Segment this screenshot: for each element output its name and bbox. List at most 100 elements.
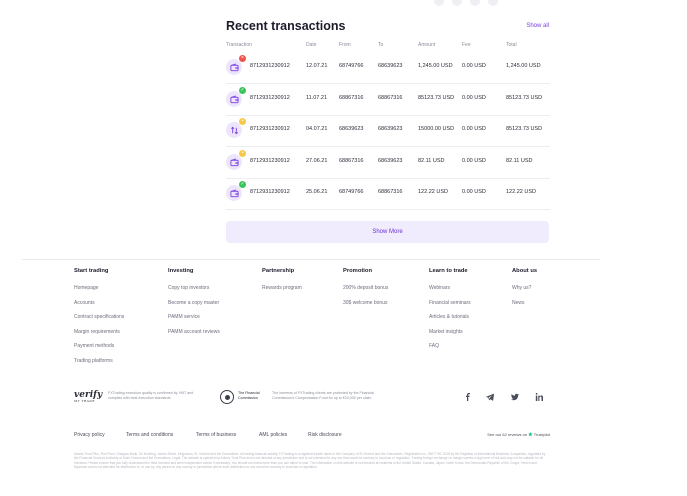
transaction-date: 11.07.21: [306, 95, 328, 101]
pagination-dot[interactable]: [452, 0, 462, 6]
transaction-from: 68867316: [339, 158, 364, 164]
transaction-amount: 15000.00 USD: [418, 126, 455, 132]
table-row[interactable]: • 8712931230912 04.07.21 68639623 68639623 15…: [226, 116, 550, 147]
status-pending-icon: •: [239, 150, 246, 157]
facebook-icon[interactable]: [464, 393, 472, 401]
footer-link[interactable]: Articles & tutorials: [429, 314, 471, 329]
footer-link[interactable]: PAMM service: [168, 314, 220, 329]
footer-link[interactable]: Payment methods: [74, 343, 124, 358]
column-header-fee: Fee: [462, 42, 471, 48]
transaction-id: 8712931230912: [250, 158, 290, 164]
transaction-from: 68749766: [339, 189, 364, 195]
legal-links: Privacy policy Terms and conditions Term…: [74, 432, 550, 442]
terms-and-conditions-link[interactable]: Terms and conditions: [126, 432, 173, 438]
pagination-dot[interactable]: [434, 0, 444, 6]
transaction-to: 68639623: [378, 63, 403, 69]
table-row[interactable]: ✓ 8712931230912 25.06.21 68749766 68867316 12…: [226, 179, 550, 210]
show-all-link[interactable]: Show all: [526, 23, 549, 29]
table-row[interactable]: × 8712931230912 12.07.21 68749766 68639623 1,…: [226, 53, 550, 84]
footer-link[interactable]: Become a copy master: [168, 300, 220, 315]
footer-link[interactable]: News: [512, 300, 537, 315]
transaction-fee: 0.00 USD: [462, 126, 486, 132]
terms-of-business-link[interactable]: Terms of business: [196, 432, 236, 438]
transaction-id: 8712931230912: [250, 189, 290, 195]
footer-link[interactable]: FAQ: [429, 343, 471, 358]
privacy-policy-link[interactable]: Privacy policy: [74, 432, 105, 438]
transaction-total: 1,245.00 USD: [506, 63, 541, 69]
transaction-fee: 0.00 USD: [462, 63, 486, 69]
transaction-id: 8712931230912: [250, 126, 290, 132]
trustpilot-text: See our 62 reviews on: [487, 432, 528, 437]
transaction-from: 68867316: [339, 95, 364, 101]
footer-column-heading: Start trading: [74, 268, 109, 274]
trustpilot-reviews-link[interactable]: See our 62 reviews on ★ Trustpilot: [487, 432, 550, 438]
verify-text: FXTrading execution quality is confirmed…: [108, 391, 194, 400]
legal-disclaimer: Adonis Trust Plus, First Floor, Glasgow …: [74, 452, 546, 469]
footer-link[interactable]: Accounts: [74, 300, 124, 315]
footer-link[interactable]: Webinars: [429, 285, 471, 300]
twitter-icon[interactable]: [511, 393, 519, 401]
transaction-to: 68867316: [378, 95, 403, 101]
transaction-date: 27.06.21: [306, 158, 328, 164]
transaction-to: 68639623: [378, 158, 403, 164]
telegram-icon[interactable]: [486, 393, 494, 401]
footer-link[interactable]: 30$ welcome bonus: [343, 300, 388, 315]
footer-divider: [22, 259, 600, 260]
column-header-from: From: [339, 42, 351, 48]
risk-disclosure-link[interactable]: Risk disclosure: [308, 432, 342, 438]
transaction-amount: 82.11 USD: [418, 158, 445, 164]
footer-link[interactable]: Homepage: [74, 285, 124, 300]
transaction-amount: 1,245.00 USD: [418, 63, 453, 69]
footer-link[interactable]: Market insights: [429, 329, 471, 344]
footer-link[interactable]: PAMM account reviews: [168, 329, 220, 344]
footer-column-heading: Learn to trade: [429, 268, 468, 274]
footer-column: Partnership Rewards program: [262, 268, 302, 300]
status-success-icon: ✓: [239, 87, 246, 94]
transaction-date: 12.07.21: [306, 63, 328, 69]
show-more-button[interactable]: Show More: [226, 221, 549, 243]
pagination-dot[interactable]: [470, 0, 480, 6]
linkedin-icon[interactable]: [535, 393, 543, 401]
transaction-from: 68749766: [339, 63, 364, 69]
transaction-total: 122.22 USD: [506, 189, 536, 195]
transaction-date: 04.07.21: [306, 126, 328, 132]
aml-policies-link[interactable]: AML policies: [259, 432, 287, 438]
transaction-total: 85123.73 USD: [506, 95, 543, 101]
status-pending-icon: •: [239, 118, 246, 125]
transaction-id: 8712931230912: [250, 63, 290, 69]
footer-column: About us Why us? News: [512, 268, 537, 314]
table-row[interactable]: • 8712931230912 27.06.21 68867316 68639623 82…: [226, 148, 550, 179]
transaction-to: 68867316: [378, 189, 403, 195]
column-header-amount: Amount: [418, 42, 436, 48]
footer-link[interactable]: Financial seminars: [429, 300, 471, 315]
trustpilot-brand: Trustpilot: [533, 432, 550, 437]
table-row[interactable]: ✓ 8712931230912 11.07.21 68867316 68867316 85…: [226, 85, 550, 116]
transaction-total: 82.11 USD: [506, 158, 533, 164]
pagination-dots: [434, 0, 498, 6]
transaction-to: 68639623: [378, 126, 403, 132]
trust-badges: verify MY TRADE FXTrading execution qual…: [74, 388, 549, 410]
pagination-dot[interactable]: [488, 0, 498, 6]
financial-commission-text: The interests of FXTrading clients are p…: [272, 391, 374, 400]
status-failed-icon: ×: [239, 55, 246, 62]
column-header-date: Date: [306, 42, 317, 48]
section-title: Recent transactions: [226, 19, 346, 33]
footer-column: Learn to trade Webinars Financial seminars…: [429, 268, 471, 358]
footer-link[interactable]: Rewards program: [262, 285, 302, 300]
footer-link[interactable]: Margin requirements: [74, 329, 124, 344]
transaction-date: 25.06.21: [306, 189, 328, 195]
column-header-transaction: Transaction: [226, 42, 252, 48]
footer-column-heading: Promotion: [343, 268, 372, 274]
footer-link[interactable]: 200% deposit bonus: [343, 285, 388, 300]
footer-link[interactable]: Trading platforms: [74, 358, 124, 373]
footer-link[interactable]: Copy top investors: [168, 285, 220, 300]
verify-my-trade-logo: verify MY TRADE: [74, 390, 102, 403]
transaction-total: 85123.73 USD: [506, 126, 543, 132]
footer-link[interactable]: Why us?: [512, 285, 537, 300]
transaction-from: 68639623: [339, 126, 364, 132]
transaction-id: 8712931230912: [250, 95, 290, 101]
footer-column: Investing Copy top investors Become a copy…: [168, 268, 220, 343]
footer-link[interactable]: Contract specifications: [74, 314, 124, 329]
transaction-fee: 0.00 USD: [462, 158, 486, 164]
transaction-amount: 85123.73 USD: [418, 95, 455, 101]
